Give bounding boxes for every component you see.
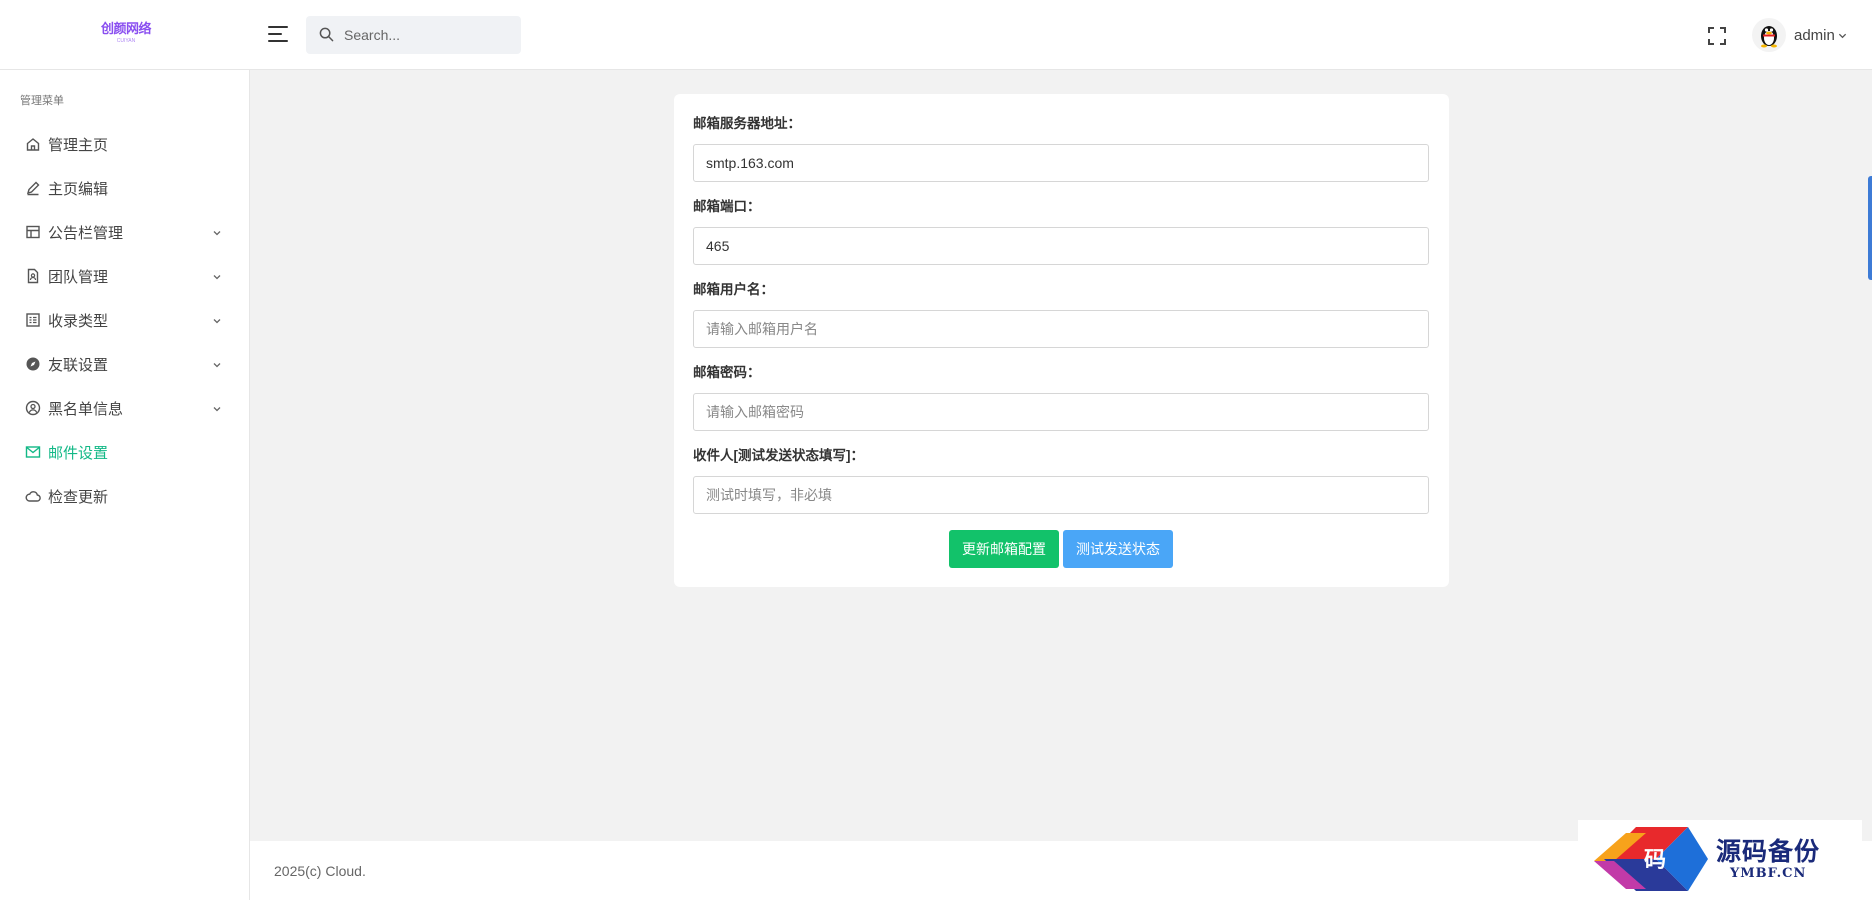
- password-input[interactable]: [693, 393, 1429, 431]
- hamburger-menu-icon[interactable]: [268, 26, 288, 44]
- password-label: 邮箱密码：: [693, 365, 761, 380]
- smtp-host-group: 邮箱服务器地址：: [693, 114, 1429, 182]
- sidebar-item-friend-links[interactable]: 友联设置: [0, 342, 250, 386]
- user-circle-icon: [25, 400, 41, 416]
- sidebar-item-check-update[interactable]: 检查更新: [0, 474, 250, 518]
- chevron-down-icon: [213, 363, 221, 368]
- watermark-mark: 码: [1644, 847, 1666, 873]
- brand-logo[interactable]: 创颜网络 CUIYAN: [96, 22, 156, 50]
- sidebar-item-label: 主页编辑: [48, 180, 109, 198]
- watermark-logo: 码 源码备份 YMBF.CN: [1578, 820, 1862, 898]
- mail-icon: [25, 446, 41, 458]
- chevron-down-icon: [213, 407, 221, 412]
- sidebar-item-team[interactable]: 团队管理: [0, 254, 250, 298]
- chevron-down-icon: [213, 231, 221, 236]
- code-logo-icon: 码: [1594, 827, 1708, 891]
- sidebar-item-blacklist[interactable]: 黑名单信息: [0, 386, 250, 430]
- avatar: [1752, 18, 1786, 52]
- file-user-icon: [27, 268, 39, 284]
- recipient-input[interactable]: [693, 476, 1429, 514]
- update-mail-config-button[interactable]: 更新邮箱配置: [949, 530, 1059, 568]
- mail-settings-card: 邮箱服务器地址： 邮箱端口： 邮箱用户名： 邮箱密码： 收件人[测试发送状态填写…: [674, 94, 1449, 587]
- sidebar-item-home-edit[interactable]: 主页编辑: [0, 166, 250, 210]
- smtp-host-label: 邮箱服务器地址：: [693, 116, 801, 131]
- edge-side-tab[interactable]: [1868, 176, 1872, 280]
- smtp-port-label: 邮箱端口：: [693, 199, 761, 214]
- recipient-group: 收件人[测试发送状态填写]：: [693, 446, 1429, 514]
- sidebar-item-label: 管理主页: [48, 136, 109, 154]
- search-icon: [319, 27, 334, 42]
- sidebar-item-notice[interactable]: 公告栏管理: [0, 210, 250, 254]
- sidebar-item-mail-settings[interactable]: 邮件设置: [0, 430, 250, 474]
- test-send-button[interactable]: 测试发送状态: [1063, 530, 1173, 568]
- top-header: 创颜网络 CUIYAN admin: [0, 0, 1872, 70]
- watermark-site: YMBF.CN: [1730, 866, 1807, 881]
- layout-icon: [26, 225, 40, 239]
- sidebar-heading: 管理菜单: [20, 95, 64, 107]
- footer-copyright: 2025(c) Cloud.: [274, 863, 366, 879]
- logo-subtext: CUIYAN: [116, 38, 136, 44]
- watermark-title: 源码备份: [1716, 837, 1821, 866]
- sidebar-item-label: 邮件设置: [48, 444, 109, 462]
- sidebar: 管理菜单 管理主页 主页编辑 公告栏管理 团队管理 收录类型 友联设置 黑名单信…: [0, 70, 250, 900]
- search-input[interactable]: [344, 16, 514, 54]
- cloud-icon: [25, 491, 41, 502]
- password-group: 邮箱密码：: [693, 363, 1429, 431]
- smtp-host-input[interactable]: [693, 144, 1429, 182]
- home-icon: [26, 138, 40, 151]
- sidebar-item-home[interactable]: 管理主页: [0, 122, 250, 166]
- compass-icon: [26, 357, 40, 371]
- form-actions: 更新邮箱配置 测试发送状态: [949, 530, 1173, 568]
- chevron-down-icon: [213, 319, 221, 324]
- chevron-down-icon: [213, 275, 221, 280]
- smtp-port-input[interactable]: [693, 227, 1429, 265]
- username-group: 邮箱用户名：: [693, 280, 1429, 348]
- sidebar-nav: 管理主页 主页编辑 公告栏管理 团队管理 收录类型 友联设置 黑名单信息 邮件设…: [0, 122, 250, 518]
- chevron-down-icon: [1838, 33, 1846, 38]
- sidebar-item-label: 检查更新: [48, 488, 109, 506]
- user-name: admin: [1794, 26, 1835, 44]
- penguin-avatar-icon: [1761, 26, 1777, 48]
- smtp-port-group: 邮箱端口：: [693, 197, 1429, 265]
- username-input[interactable]: [693, 310, 1429, 348]
- username-label: 邮箱用户名：: [693, 282, 774, 297]
- logo-text: 创颜网络: [100, 22, 152, 37]
- search-box[interactable]: [306, 16, 521, 54]
- fullscreen-icon[interactable]: [1708, 27, 1726, 45]
- sidebar-item-collection-types[interactable]: 收录类型: [0, 298, 250, 342]
- recipient-label: 收件人[测试发送状态填写]：: [693, 448, 864, 463]
- user-menu[interactable]: admin: [1752, 16, 1847, 54]
- pencil-icon: [26, 181, 40, 196]
- list-box-icon: [26, 313, 40, 327]
